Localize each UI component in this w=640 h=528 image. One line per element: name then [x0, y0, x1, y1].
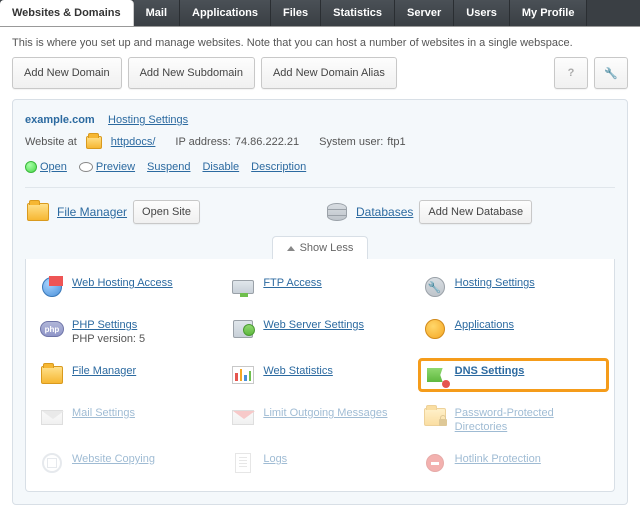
add-alias-button[interactable]: Add New Domain Alias — [261, 57, 397, 89]
description-link[interactable]: Description — [251, 161, 306, 173]
page-icon — [235, 453, 251, 473]
help-button[interactable]: ? — [554, 57, 588, 89]
tab-users[interactable]: Users — [454, 0, 510, 26]
features-grid: Web Hosting Access FTP Access 🔧 Hosting … — [25, 259, 615, 492]
top-tabs: Websites & Domains Mail Applications Fil… — [0, 0, 640, 27]
envelope-limit-icon — [232, 410, 254, 425]
ftp-icon — [232, 280, 254, 294]
item-website-copying[interactable]: Website Copying — [40, 451, 217, 475]
databases-link[interactable]: Databases — [356, 205, 413, 219]
preview-link[interactable]: Preview — [96, 161, 135, 173]
lock-folder-icon — [424, 408, 446, 426]
wrench-icon: 🔧 — [604, 67, 618, 80]
folder-icon — [41, 366, 63, 384]
file-manager-link[interactable]: File Manager — [57, 205, 127, 219]
database-icon — [324, 201, 350, 223]
page-description: This is where you set up and manage webs… — [12, 37, 628, 49]
item-web-server-settings[interactable]: Web Server Settings — [231, 317, 408, 345]
wrench-circle-icon: 🔧 — [425, 277, 445, 297]
server-icon — [233, 320, 253, 338]
envelope-icon — [41, 410, 63, 425]
domain-actions: Open Preview Suspend Disable Description — [25, 161, 615, 173]
item-file-manager[interactable]: File Manager — [40, 363, 217, 387]
suspend-link[interactable]: Suspend — [147, 161, 190, 173]
item-dns-settings[interactable]: DNS Settings — [418, 358, 609, 392]
tab-statistics[interactable]: Statistics — [321, 0, 395, 26]
tools-button[interactable]: 🔧 — [594, 57, 628, 89]
folder-icon — [25, 201, 51, 223]
tab-mail[interactable]: Mail — [134, 0, 180, 26]
globe-icon — [42, 277, 62, 297]
dns-flag-icon — [427, 368, 443, 382]
toolbar: Add New Domain Add New Subdomain Add New… — [12, 57, 628, 89]
php-icon: php — [40, 321, 64, 337]
item-web-statistics[interactable]: Web Statistics — [231, 363, 408, 387]
item-php-settings[interactable]: php PHP SettingsPHP version: 5 — [40, 317, 217, 345]
tab-my-profile[interactable]: My Profile — [510, 0, 588, 26]
add-database-button[interactable]: Add New Database — [419, 200, 532, 224]
disable-link[interactable]: Disable — [202, 161, 239, 173]
item-password-protected[interactable]: Password-Protected Directories — [423, 405, 600, 433]
copy-icon — [42, 453, 62, 473]
tab-applications[interactable]: Applications — [180, 0, 271, 26]
chevron-up-icon — [287, 246, 295, 251]
stats-icon — [232, 366, 254, 384]
item-limit-outgoing[interactable]: Limit Outgoing Messages — [231, 405, 408, 433]
tab-files[interactable]: Files — [271, 0, 321, 26]
gear-icon — [425, 319, 445, 339]
question-icon: ? — [568, 67, 575, 79]
domain-meta: Website at httpdocs/ IP address: 74.86.2… — [25, 131, 615, 153]
item-applications[interactable]: Applications — [423, 317, 600, 345]
domain-panel: example.com Hosting Settings Website at … — [12, 99, 628, 505]
item-web-hosting-access[interactable]: Web Hosting Access — [40, 275, 217, 299]
item-mail-settings[interactable]: Mail Settings — [40, 405, 217, 433]
add-subdomain-button[interactable]: Add New Subdomain — [128, 57, 255, 89]
hosting-settings-link[interactable]: Hosting Settings — [108, 114, 188, 126]
tab-websites-domains[interactable]: Websites & Domains — [0, 0, 134, 26]
preview-icon — [79, 162, 93, 172]
open-icon — [25, 161, 37, 173]
show-less-toggle[interactable]: Show Less — [272, 236, 369, 259]
item-logs[interactable]: Logs — [231, 451, 408, 475]
open-site-button[interactable]: Open Site — [133, 200, 200, 224]
item-hotlink-protection[interactable]: Hotlink Protection — [423, 451, 600, 475]
folder-icon — [81, 131, 107, 153]
open-link[interactable]: Open — [40, 161, 67, 173]
item-hosting-settings[interactable]: 🔧 Hosting Settings — [423, 275, 600, 299]
noentry-icon — [426, 454, 444, 472]
tab-server[interactable]: Server — [395, 0, 454, 26]
domain-name-link[interactable]: example.com — [25, 114, 95, 126]
httpdocs-link[interactable]: httpdocs/ — [111, 136, 156, 148]
add-domain-button[interactable]: Add New Domain — [12, 57, 122, 89]
item-ftp-access[interactable]: FTP Access — [231, 275, 408, 299]
